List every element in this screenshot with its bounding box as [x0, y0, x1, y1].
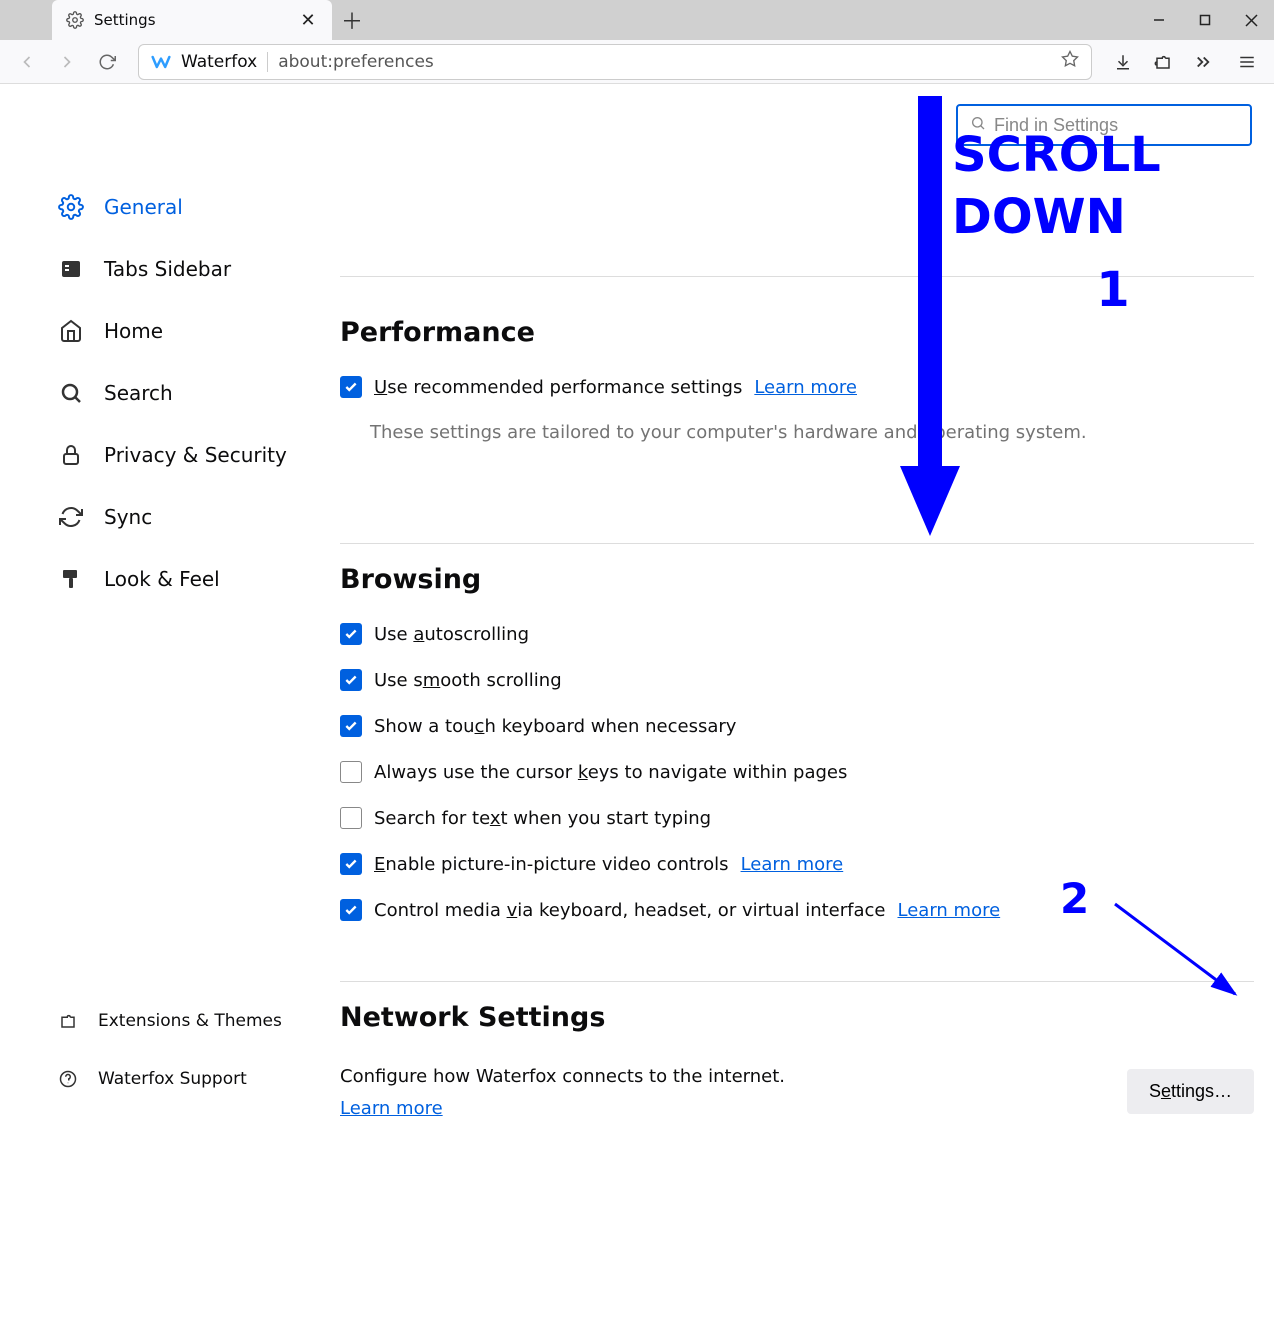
gear-icon [66, 11, 84, 29]
sidebar-item-label: Look & Feel [104, 567, 220, 591]
network-description: Configure how Waterfox connects to the i… [340, 1061, 785, 1093]
search-settings-box[interactable] [956, 104, 1252, 146]
checkbox-label: Use autoscrolling [374, 624, 529, 645]
sidebar-item-label: Extensions & Themes [98, 1011, 282, 1031]
minimize-button[interactable] [1136, 0, 1182, 40]
back-button[interactable] [10, 45, 44, 79]
section-title: Browsing [340, 564, 1254, 595]
url-identity: Waterfox [181, 52, 268, 72]
home-icon [58, 318, 84, 344]
tab-close-button[interactable]: ✕ [298, 10, 318, 30]
sidebar-item-look[interactable]: Look & Feel [58, 556, 340, 602]
section-network: Network Settings Configure how Waterfox … [340, 981, 1254, 1126]
sidebar-item-label: Home [104, 319, 163, 343]
sidebar-item-search[interactable]: Search [58, 370, 340, 416]
sync-icon [58, 504, 84, 530]
tab-strip: Settings ✕ ＋ [0, 0, 372, 40]
checkbox-recommended-performance[interactable] [340, 376, 362, 398]
learn-more-link[interactable]: Learn more [754, 377, 857, 398]
checkbox[interactable] [340, 899, 362, 921]
preferences-sidebar: General Tabs Sidebar Home Search Privacy… [0, 84, 340, 1114]
search-icon [970, 115, 986, 135]
downloads-button[interactable] [1106, 45, 1140, 79]
network-settings-button[interactable]: Settings… [1127, 1069, 1254, 1114]
paint-icon [58, 566, 84, 592]
performance-hint: These settings are tailored to your comp… [370, 422, 1254, 443]
tab-title: Settings [94, 11, 288, 29]
new-tab-button[interactable]: ＋ [332, 0, 372, 40]
reload-button[interactable] [90, 45, 124, 79]
sidebar-item-general[interactable]: General [58, 184, 340, 230]
section-browsing: Browsing Use autoscrolling Use smooth scr… [340, 543, 1254, 921]
checkbox-label: Show a touch keyboard when necessary [374, 716, 736, 737]
sidebar-item-support[interactable]: Waterfox Support [58, 1056, 282, 1102]
overflow-button[interactable] [1186, 45, 1220, 79]
checkbox[interactable] [340, 715, 362, 737]
checkbox[interactable] [340, 761, 362, 783]
checkbox-label: Use recommended performance settings [374, 377, 742, 398]
app-menu-button[interactable] [1230, 45, 1264, 79]
window-controls [1136, 0, 1274, 40]
lock-icon [58, 442, 84, 468]
bookmark-star-icon[interactable] [1061, 50, 1079, 73]
sidebar-item-label: Sync [104, 505, 152, 529]
sidebar-item-label: Waterfox Support [98, 1069, 247, 1089]
tabs-sidebar-icon [58, 256, 84, 282]
sidebar-item-sync[interactable]: Sync [58, 494, 340, 540]
checkbox-label: Control media via keyboard, headset, or … [374, 900, 886, 921]
learn-more-link[interactable]: Learn more [741, 854, 844, 875]
help-icon [58, 1069, 78, 1089]
sidebar-item-label: Privacy & Security [104, 443, 287, 467]
search-settings-input[interactable] [994, 115, 1238, 136]
sidebar-item-label: Search [104, 381, 173, 405]
puzzle-icon [58, 1011, 78, 1031]
checkbox-label: Always use the cursor keys to navigate w… [374, 762, 847, 783]
search-icon [58, 380, 84, 406]
learn-more-link[interactable]: Learn more [340, 1098, 443, 1119]
section-performance: Performance Use recommended performance … [340, 276, 1254, 443]
checkbox[interactable] [340, 853, 362, 875]
browser-tab[interactable]: Settings ✕ [52, 0, 332, 40]
gear-icon [58, 194, 84, 220]
url-bar[interactable]: Waterfox about:preferences [138, 44, 1092, 80]
checkbox-label: Use smooth scrolling [374, 670, 562, 691]
url-text: about:preferences [278, 52, 434, 72]
preferences-main[interactable]: Performance Use recommended performance … [340, 84, 1274, 1114]
checkbox[interactable] [340, 623, 362, 645]
checkbox-label: Search for text when you start typing [374, 808, 711, 829]
close-window-button[interactable] [1228, 0, 1274, 40]
section-title: Network Settings [340, 1002, 1254, 1033]
nav-toolbar: Waterfox about:preferences [0, 40, 1274, 84]
sidebar-item-label: General [104, 195, 183, 219]
maximize-button[interactable] [1182, 0, 1228, 40]
checkbox[interactable] [340, 669, 362, 691]
checkbox-label: Enable picture-in-picture video controls [374, 854, 729, 875]
learn-more-link[interactable]: Learn more [898, 900, 1001, 921]
sidebar-item-privacy[interactable]: Privacy & Security [58, 432, 340, 478]
title-bar: Settings ✕ ＋ [0, 0, 1274, 40]
waterfox-logo-icon [151, 52, 171, 72]
forward-button[interactable] [50, 45, 84, 79]
preferences-content: General Tabs Sidebar Home Search Privacy… [0, 84, 1274, 1114]
sidebar-item-label: Tabs Sidebar [104, 257, 231, 281]
extensions-button[interactable] [1146, 45, 1180, 79]
section-title: Performance [340, 317, 1254, 348]
sidebar-item-tabs[interactable]: Tabs Sidebar [58, 246, 340, 292]
sidebar-item-extensions[interactable]: Extensions & Themes [58, 998, 282, 1044]
sidebar-item-home[interactable]: Home [58, 308, 340, 354]
checkbox[interactable] [340, 807, 362, 829]
